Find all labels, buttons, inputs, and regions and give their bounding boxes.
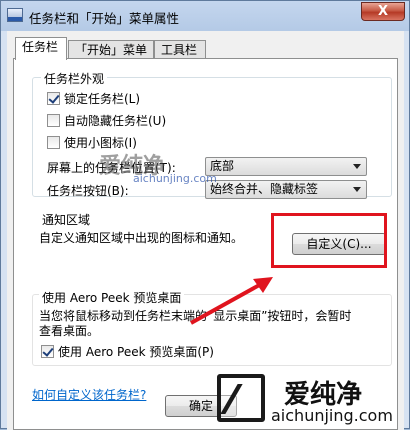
taskbar-buttons-select[interactable]: 始终合并、隐藏标签	[205, 180, 367, 199]
aero-peek-group: 使用 Aero Peek 预览桌面 当您将鼠标移动到任务栏末端的“显示桌面”按钮…	[32, 289, 392, 366]
help-link[interactable]: 如何自定义该任务栏?	[32, 386, 146, 403]
lock-taskbar-checkbox[interactable]	[47, 92, 60, 105]
taskbar-buttons-label: 任务栏按钮(B):	[47, 184, 129, 198]
lock-taskbar-label: 锁定任务栏(L)	[64, 92, 141, 106]
small-icons-row[interactable]: 使用小图标(I)	[47, 134, 137, 150]
highlight-annotation	[271, 213, 387, 268]
taskbar-app-icon	[7, 8, 23, 22]
tab-start-menu[interactable]: 「开始」菜单	[68, 40, 154, 59]
aero-peek-group-title: 使用 Aero Peek 预览桌面	[39, 289, 185, 306]
location-select[interactable]: 底部	[205, 157, 367, 176]
aero-peek-description-line2: 查看桌面。	[39, 324, 100, 338]
taskbar-buttons-select-value: 始终合并、隐藏标签	[210, 182, 319, 196]
appearance-group-title: 任务栏外观	[41, 70, 108, 87]
small-icons-checkbox[interactable]	[47, 136, 60, 149]
location-label: 屏幕上的任务栏位置(T):	[47, 161, 176, 175]
watermark-logo-icon	[217, 374, 265, 422]
title-bar[interactable]: 任务栏和「开始」菜单属性 X	[1, 1, 409, 31]
autohide-row[interactable]: 自动隐藏任务栏(U)	[47, 112, 166, 128]
tab-taskbar[interactable]: 任务栏	[15, 37, 67, 60]
lock-taskbar-row[interactable]: 锁定任务栏(L)	[47, 90, 140, 106]
aero-peek-label: 使用 Aero Peek 预览桌面(P)	[58, 345, 214, 359]
close-button[interactable]: X	[361, 2, 405, 21]
location-select-value: 底部	[210, 159, 235, 173]
aero-peek-row[interactable]: 使用 Aero Peek 预览桌面(P)	[41, 343, 214, 359]
aero-peek-checkbox[interactable]	[41, 345, 54, 358]
autohide-label: 自动隐藏任务栏(U)	[64, 114, 167, 128]
notification-group-title: 通知区域	[39, 211, 94, 228]
autohide-checkbox[interactable]	[47, 114, 60, 127]
chevron-down-icon	[353, 164, 361, 169]
chevron-down-icon	[353, 187, 361, 192]
properties-window: 任务栏和「开始」菜单属性 X 任务栏 「开始」菜单 工具栏 任务栏外观 锁定任务…	[0, 0, 410, 430]
notification-description: 自定义通知区域中出现的图标和通知。	[39, 231, 244, 245]
window-title: 任务栏和「开始」菜单属性	[29, 11, 180, 26]
small-icons-label: 使用小图标(I)	[64, 136, 137, 150]
appearance-group: 任务栏外观 锁定任务栏(L) 自动隐藏任务栏(U) 使用小图标(I) 屏幕上的任…	[32, 70, 392, 199]
tab-toolbars[interactable]: 工具栏	[154, 40, 206, 59]
